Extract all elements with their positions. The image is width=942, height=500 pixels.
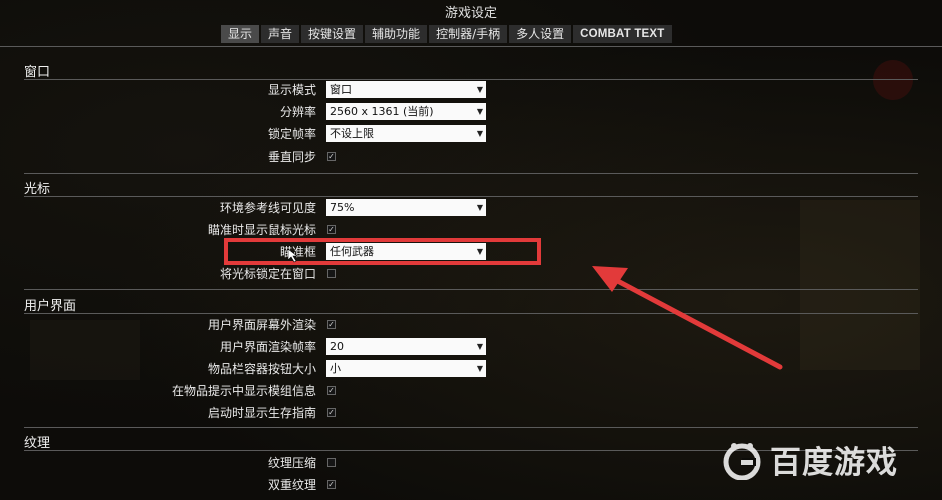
mouse-cursor-icon bbox=[288, 249, 298, 263]
baidu-games-logo-icon bbox=[723, 442, 761, 480]
baidu-games-watermark: 百度游戏 bbox=[722, 437, 898, 482]
watermark-text: 百度游戏 bbox=[770, 445, 898, 481]
annotation-arrow-icon bbox=[592, 266, 783, 370]
